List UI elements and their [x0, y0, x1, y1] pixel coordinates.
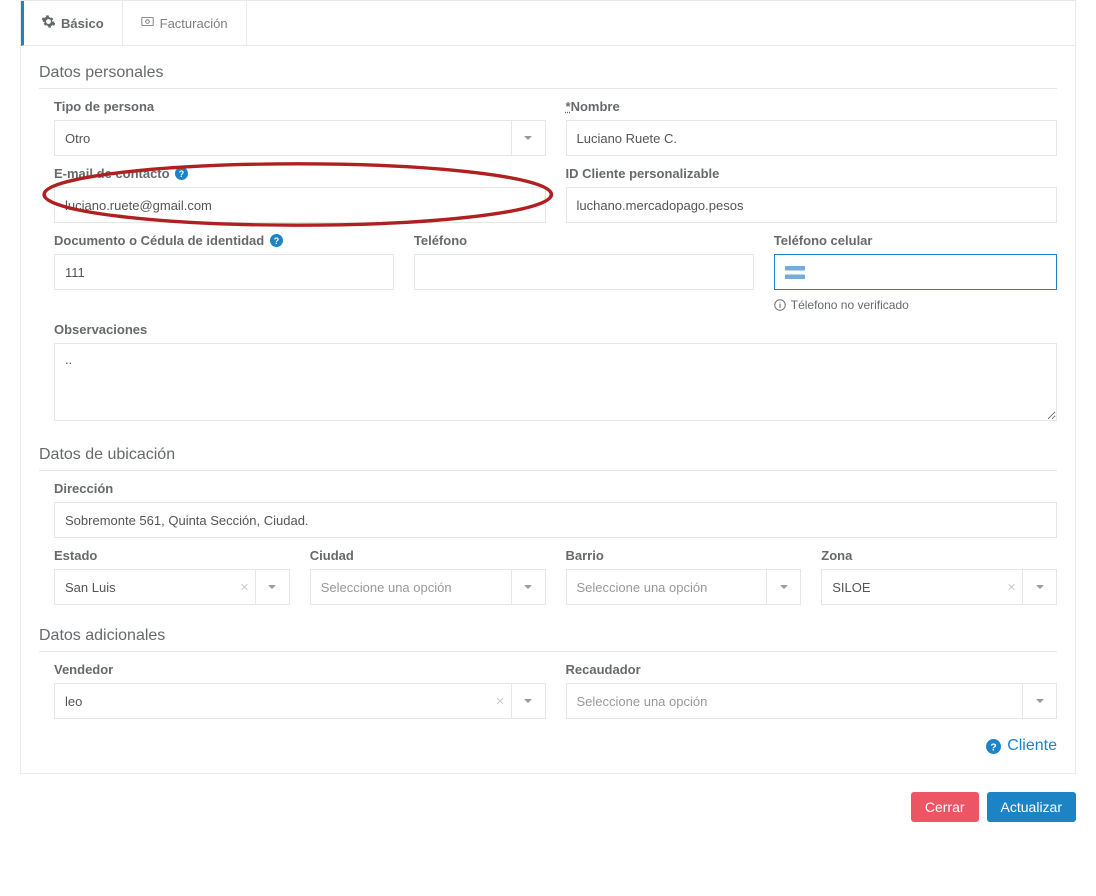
document-input[interactable] — [54, 254, 394, 290]
chevron-down-icon — [511, 570, 545, 604]
svg-text:?: ? — [274, 236, 279, 246]
tab-billing-label: Facturación — [160, 16, 228, 31]
clear-icon[interactable]: × — [234, 579, 255, 596]
help-icon: ? — [986, 739, 1001, 754]
seller-value: leo — [65, 694, 490, 709]
tab-basic-label: Básico — [61, 16, 104, 31]
tab-billing[interactable]: Facturación — [123, 1, 247, 45]
tab-basic[interactable]: Básico — [24, 1, 123, 45]
svg-text:i: i — [779, 301, 781, 310]
zone-select[interactable]: SILOE × — [821, 569, 1057, 605]
clear-icon[interactable]: × — [490, 693, 511, 710]
state-label: Estado — [54, 548, 290, 563]
chevron-down-icon — [1022, 570, 1056, 604]
update-button[interactable]: Actualizar — [987, 792, 1076, 822]
cellphone-input[interactable] — [805, 255, 1056, 289]
seller-select[interactable]: leo × — [54, 683, 546, 719]
close-button[interactable]: Cerrar — [911, 792, 979, 822]
client-link[interactable]: ? Cliente — [39, 737, 1057, 755]
zone-label: Zona — [821, 548, 1057, 563]
form-panel: Básico Facturación Datos personales Tipo… — [20, 0, 1076, 774]
chevron-down-icon — [511, 121, 545, 155]
billing-icon — [141, 15, 154, 31]
chevron-down-icon — [511, 684, 545, 718]
chevron-down-icon — [255, 570, 289, 604]
chevron-down-icon — [766, 570, 800, 604]
city-placeholder: Seleccione una opción — [321, 580, 511, 595]
state-select[interactable]: San Luis × — [54, 569, 290, 605]
seller-label: Vendedor — [54, 662, 546, 677]
phone-label: Teléfono — [414, 233, 754, 248]
section-location-title: Datos de ubicación — [39, 446, 1057, 471]
help-icon[interactable]: ? — [175, 167, 188, 180]
cellphone-input-wrapper — [774, 254, 1057, 290]
document-label: Documento o Cédula de identidad ? — [54, 233, 394, 248]
neighborhood-select[interactable]: Seleccione una opción — [566, 569, 802, 605]
chevron-down-icon — [1022, 684, 1056, 718]
collector-placeholder: Seleccione una opción — [577, 694, 1023, 709]
cellphone-label: Teléfono celular — [774, 233, 1057, 248]
section-personal-title: Datos personales — [39, 64, 1057, 89]
phone-status: i Télefono no verificado — [774, 298, 1057, 312]
clear-icon[interactable]: × — [1001, 579, 1022, 596]
person-type-value: Otro — [65, 131, 511, 146]
observations-label: Observaciones — [54, 322, 1057, 337]
address-label: Dirección — [54, 481, 1057, 496]
city-label: Ciudad — [310, 548, 546, 563]
svg-text:?: ? — [991, 742, 997, 753]
email-label: E-mail de contacto ? — [54, 166, 546, 181]
client-id-label: ID Cliente personalizable — [566, 166, 1058, 181]
observations-textarea[interactable] — [54, 343, 1057, 421]
collector-select[interactable]: Seleccione una opción — [566, 683, 1058, 719]
zone-value: SILOE — [832, 580, 1001, 595]
help-icon[interactable]: ? — [270, 234, 283, 247]
address-input[interactable] — [54, 502, 1057, 538]
collector-label: Recaudador — [566, 662, 1058, 677]
info-icon: i — [774, 299, 786, 311]
client-id-input[interactable] — [566, 187, 1058, 223]
flag-icon[interactable] — [785, 266, 805, 279]
gear-icon — [42, 15, 55, 31]
city-select[interactable]: Seleccione una opción — [310, 569, 546, 605]
tabs: Básico Facturación — [21, 1, 1075, 46]
person-type-label: Tipo de persona — [54, 99, 546, 114]
name-input[interactable] — [566, 120, 1058, 156]
email-input[interactable] — [54, 187, 546, 223]
form-body: Datos personales Tipo de persona Otro *N… — [21, 46, 1075, 773]
name-label: *Nombre — [566, 99, 1058, 114]
svg-text:?: ? — [179, 169, 184, 179]
footer-actions: Cerrar Actualizar — [0, 792, 1096, 842]
person-type-select[interactable]: Otro — [54, 120, 546, 156]
neighborhood-label: Barrio — [566, 548, 802, 563]
phone-input[interactable] — [414, 254, 754, 290]
section-additional-title: Datos adicionales — [39, 627, 1057, 652]
neighborhood-placeholder: Seleccione una opción — [577, 580, 767, 595]
state-value: San Luis — [65, 580, 234, 595]
